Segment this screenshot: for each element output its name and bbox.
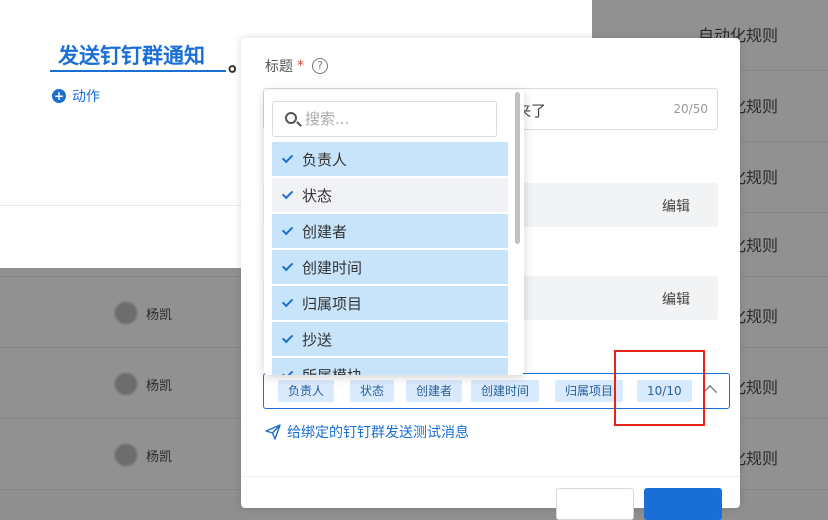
selected-field-tag[interactable]: 创建者 (406, 380, 463, 402)
row-user: 杨凯 (114, 301, 172, 325)
highlight-annotation (614, 350, 705, 426)
send-test-label: 给绑定的钉钉群发送测试消息 (287, 425, 469, 441)
check-icon (281, 151, 294, 164)
dropdown-scrollbar[interactable] (515, 92, 520, 244)
user-name: 杨凯 (146, 378, 173, 394)
option-label: 创建者 (302, 222, 348, 241)
user-name: 杨凯 (146, 307, 173, 323)
search-icon (285, 112, 297, 124)
option-label: 抄送 (302, 330, 333, 349)
send-test-message-link[interactable]: 给绑定的钉钉群发送测试消息 (265, 422, 469, 442)
avatar (114, 301, 138, 325)
cancel-button[interactable] (556, 488, 634, 520)
option-label: 状态 (302, 186, 333, 205)
avatar (114, 443, 138, 467)
dropdown-option[interactable]: 所属模块 (272, 358, 508, 375)
dropdown-option[interactable]: 负责人 (272, 142, 508, 176)
edit-button[interactable]: 编辑 (662, 289, 690, 309)
check-icon (281, 259, 294, 272)
check-icon (281, 331, 294, 344)
dropdown-option[interactable]: 创建时间 (272, 250, 508, 284)
option-label: 负责人 (302, 150, 348, 169)
row-user: 杨凯 (114, 443, 172, 467)
selected-field-tag[interactable]: 状态 (350, 380, 395, 402)
search-input[interactable] (305, 108, 490, 130)
user-name: 杨凯 (146, 449, 173, 465)
check-icon (281, 187, 294, 200)
check-icon (281, 295, 294, 308)
title-underline (50, 70, 226, 72)
search-field (272, 101, 497, 137)
field-dropdown: 负责人 状态 创建者 创建时间 归属项目 抄送 所属模块 (264, 90, 524, 375)
footer-divider (241, 476, 740, 477)
selected-field-tag[interactable]: 负责人 (278, 380, 335, 402)
dropdown-option[interactable]: 归属项目 (272, 286, 508, 320)
help-icon[interactable]: ? (312, 58, 328, 74)
required-mark: * (297, 58, 304, 74)
dropdown-option[interactable]: 抄送 (272, 322, 508, 356)
selected-field-tag[interactable]: 创建时间 (471, 380, 540, 402)
check-icon (281, 367, 294, 375)
title-label: 标题 (265, 59, 293, 75)
option-label: 归属项目 (302, 294, 363, 313)
paper-plane-icon (265, 424, 281, 440)
add-action-label: 动作 (72, 89, 100, 105)
dropdown-option[interactable]: 创建者 (272, 214, 508, 248)
dropdown-option[interactable]: 状态 (272, 178, 508, 212)
add-action-button[interactable]: + 动作 (52, 86, 100, 106)
edit-button[interactable]: 编辑 (662, 196, 690, 216)
chevron-up-icon[interactable] (702, 385, 718, 400)
option-label: 创建时间 (302, 258, 363, 277)
confirm-button[interactable] (644, 488, 722, 520)
automation-title[interactable]: 发送钉钉群通知 (58, 40, 205, 70)
title-char-counter: 20/50 (673, 102, 708, 116)
avatar (114, 372, 138, 396)
row-user: 杨凯 (114, 372, 172, 396)
plus-icon: + (52, 89, 66, 103)
selected-field-tag[interactable]: 归属项目 (555, 380, 624, 402)
title-field-label: 标题 * ? (265, 56, 328, 76)
option-label: 所属模块 (302, 365, 362, 376)
check-icon (281, 223, 294, 236)
